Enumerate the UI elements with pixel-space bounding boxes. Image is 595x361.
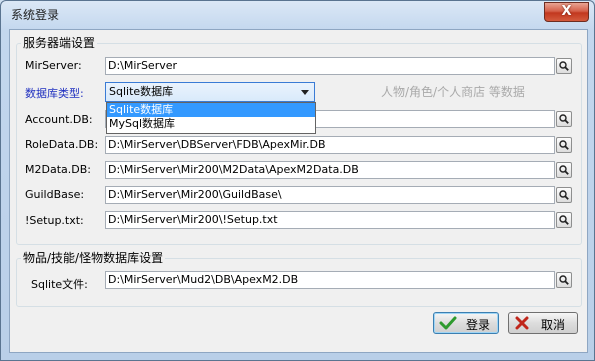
close-button[interactable]: X	[544, 2, 589, 22]
m2data-db-label: M2Data.DB:	[25, 163, 91, 176]
login-button-label: 登录	[466, 318, 491, 332]
db-type-hint: 人物/角色/个人商店 等数据	[381, 85, 525, 99]
search-icon	[559, 190, 569, 200]
checkmark-icon	[439, 316, 457, 330]
server-settings-title: 服务器端设置	[21, 34, 98, 51]
window-title: 系统登录	[11, 8, 60, 22]
db-type-select[interactable]: Sqlite数据库	[105, 82, 315, 102]
guildbase-label: GuildBase:	[25, 188, 85, 201]
browse-account-db-button[interactable]	[556, 111, 572, 127]
login-button[interactable]: 登录	[433, 312, 499, 334]
search-icon	[559, 275, 569, 285]
sqlite-file-label: Sqlite文件:	[31, 278, 88, 291]
search-icon	[559, 114, 569, 124]
title-bar: 系统登录 X	[1, 1, 594, 29]
browse-guildbase-button[interactable]	[556, 187, 572, 203]
roledata-db-label: RoleData.DB:	[25, 138, 99, 151]
login-window: 系统登录 X 服务器端设置 MirServer: D:\MirServer 数据…	[0, 0, 595, 361]
db-type-option-sqlite[interactable]: Sqlite数据库	[107, 103, 315, 117]
setup-txt-field[interactable]: D:\MirServer\Mir200\!Setup.txt	[105, 211, 555, 229]
m2data-db-field[interactable]: D:\MirServer\Mir200\M2Data\ApexM2Data.DB	[105, 161, 555, 179]
browse-mirserver-button[interactable]	[556, 58, 572, 74]
browse-setup-txt-button[interactable]	[556, 212, 572, 228]
account-db-label: Account.DB:	[25, 113, 93, 126]
cancel-button[interactable]: 取消	[508, 312, 578, 334]
items-settings-title: 物品/技能/怪物数据库设置	[21, 249, 166, 266]
roledata-db-field[interactable]: D:\MirServer\DBServer\FDB\ApexMir.DB	[105, 136, 555, 154]
browse-sqlite-file-button[interactable]	[556, 272, 572, 288]
guildbase-field[interactable]: D:\MirServer\Mir200\GuildBase\	[105, 186, 555, 204]
browse-roledata-db-button[interactable]	[556, 137, 572, 153]
browse-m2data-db-button[interactable]	[556, 162, 572, 178]
db-type-label: 数据库类型:	[25, 87, 84, 100]
client-area: 服务器端设置 MirServer: D:\MirServer 数据库类型: Sq…	[9, 29, 588, 353]
chevron-down-icon	[301, 90, 309, 95]
cancel-button-label: 取消	[541, 318, 566, 332]
cancel-x-icon	[515, 316, 529, 330]
setup-txt-label: !Setup.txt:	[25, 214, 84, 227]
search-icon	[559, 215, 569, 225]
db-type-dropdown-list: Sqlite数据库 MySql数据库	[106, 102, 316, 134]
mirserver-label: MirServer:	[25, 59, 82, 72]
search-icon	[559, 61, 569, 71]
db-type-selected: Sqlite数据库	[109, 85, 174, 98]
db-type-option-mysql[interactable]: MySql数据库	[107, 117, 315, 131]
mirserver-field[interactable]: D:\MirServer	[105, 57, 555, 75]
sqlite-file-field[interactable]: D:\MirServer\Mud2\DB\ApexM2.DB	[105, 271, 555, 289]
search-icon	[559, 165, 569, 175]
search-icon	[559, 140, 569, 150]
